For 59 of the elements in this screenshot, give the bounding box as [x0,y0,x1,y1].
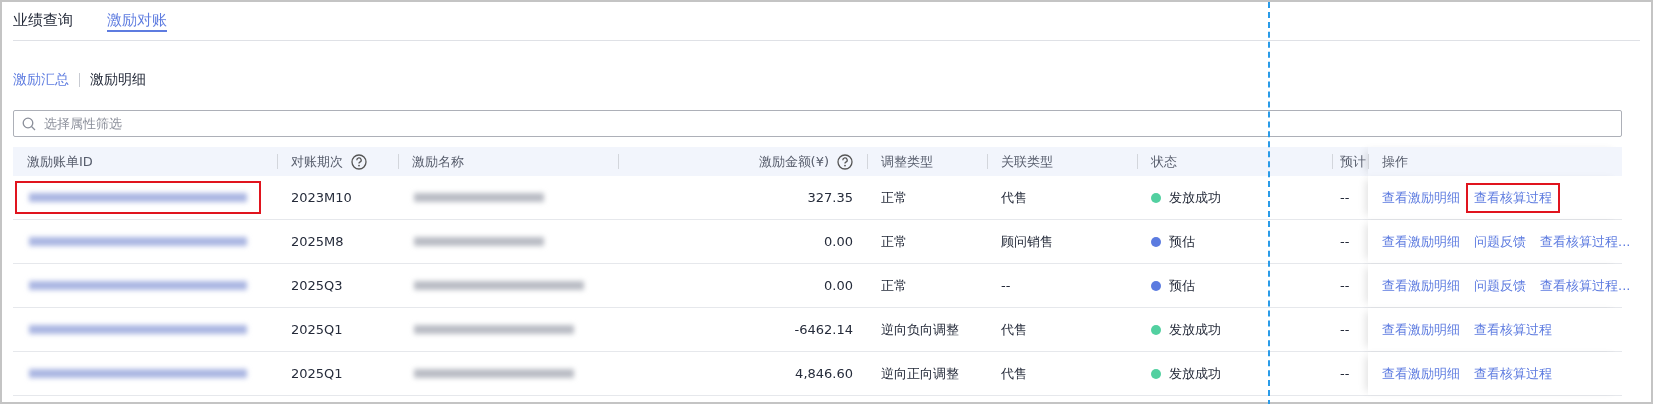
action-link[interactable]: 查看核算过程... [1532,270,1639,301]
column-header: 对账期次 [291,152,343,171]
amount-text: -6462.14 [794,322,853,337]
action-link[interactable]: 查看激励明细 [1374,358,1468,389]
action-link[interactable]: 查看核算过程 [1466,358,1560,389]
status-text: 发放成功 [1169,364,1221,383]
action-link[interactable]: 查看核算过程... [1532,226,1639,257]
status-text: 发放成功 [1169,320,1221,339]
column-header: 调整类型 [881,152,933,171]
help-icon [837,153,853,170]
search-icon [22,117,36,131]
action-link[interactable]: 问题反馈 [1466,270,1534,301]
period-text: 2025Q1 [291,366,343,381]
column-header: 激励金额(¥) [758,152,829,171]
amount-text: 327.35 [807,190,853,205]
tab[interactable]: 业绩查询 [13,11,73,32]
amount-text: 0.00 [824,234,853,249]
amount-text: 4,846.60 [795,366,853,381]
estimate-text: -- [1340,366,1350,381]
link-type-text: 代售 [1001,320,1027,339]
tab[interactable]: 激励对账 [107,11,167,32]
column-header: 操作 [1382,152,1408,171]
sub-tab[interactable]: 激励汇总 [13,71,69,89]
action-link[interactable]: 查看核算过程 [1466,314,1560,345]
period-text: 2023M10 [291,190,352,205]
estimate-text: -- [1340,234,1350,249]
action-link[interactable]: 查看核算过程 [1466,182,1560,213]
search-field[interactable]: 选择属性筛选 [13,110,1622,137]
sub-tab[interactable]: 激励明细 [90,71,146,89]
column-header: 激励账单ID [27,152,93,171]
status-text: 预估 [1169,232,1195,251]
estimate-text: -- [1340,278,1350,293]
adjust-type-text: 逆向正向调整 [881,364,959,383]
period-text: 2025Q3 [291,278,343,293]
action-link[interactable]: 查看激励明细 [1374,270,1468,301]
link-type-text: 代售 [1001,364,1027,383]
link-type-text: 代售 [1001,188,1027,207]
amount-text: 0.00 [824,278,853,293]
column-header: 激励名称 [412,152,464,171]
adjust-type-text: 正常 [881,276,907,295]
column-header: 预计 [1340,152,1366,171]
adjust-type-text: 正常 [881,188,907,207]
action-link[interactable]: 问题反馈 [1466,226,1534,257]
action-link[interactable]: 查看激励明细 [1374,182,1468,213]
adjust-type-text: 逆向负向调整 [881,320,959,339]
action-link[interactable]: 查看激励明细 [1374,226,1468,257]
estimate-text: -- [1340,190,1350,205]
adjust-type-text: 正常 [881,232,907,251]
period-text: 2025Q1 [291,322,343,337]
help-icon [351,153,367,170]
link-type-text: 顾问销售 [1001,232,1053,251]
action-link[interactable]: 查看激励明细 [1374,314,1468,345]
period-text: 2025M8 [291,234,344,249]
link-type-text: -- [1001,278,1011,293]
estimate-text: -- [1340,322,1350,337]
status-text: 发放成功 [1169,188,1221,207]
status-text: 预估 [1169,276,1195,295]
column-header: 状态 [1151,152,1177,171]
column-header: 关联类型 [1001,152,1053,171]
